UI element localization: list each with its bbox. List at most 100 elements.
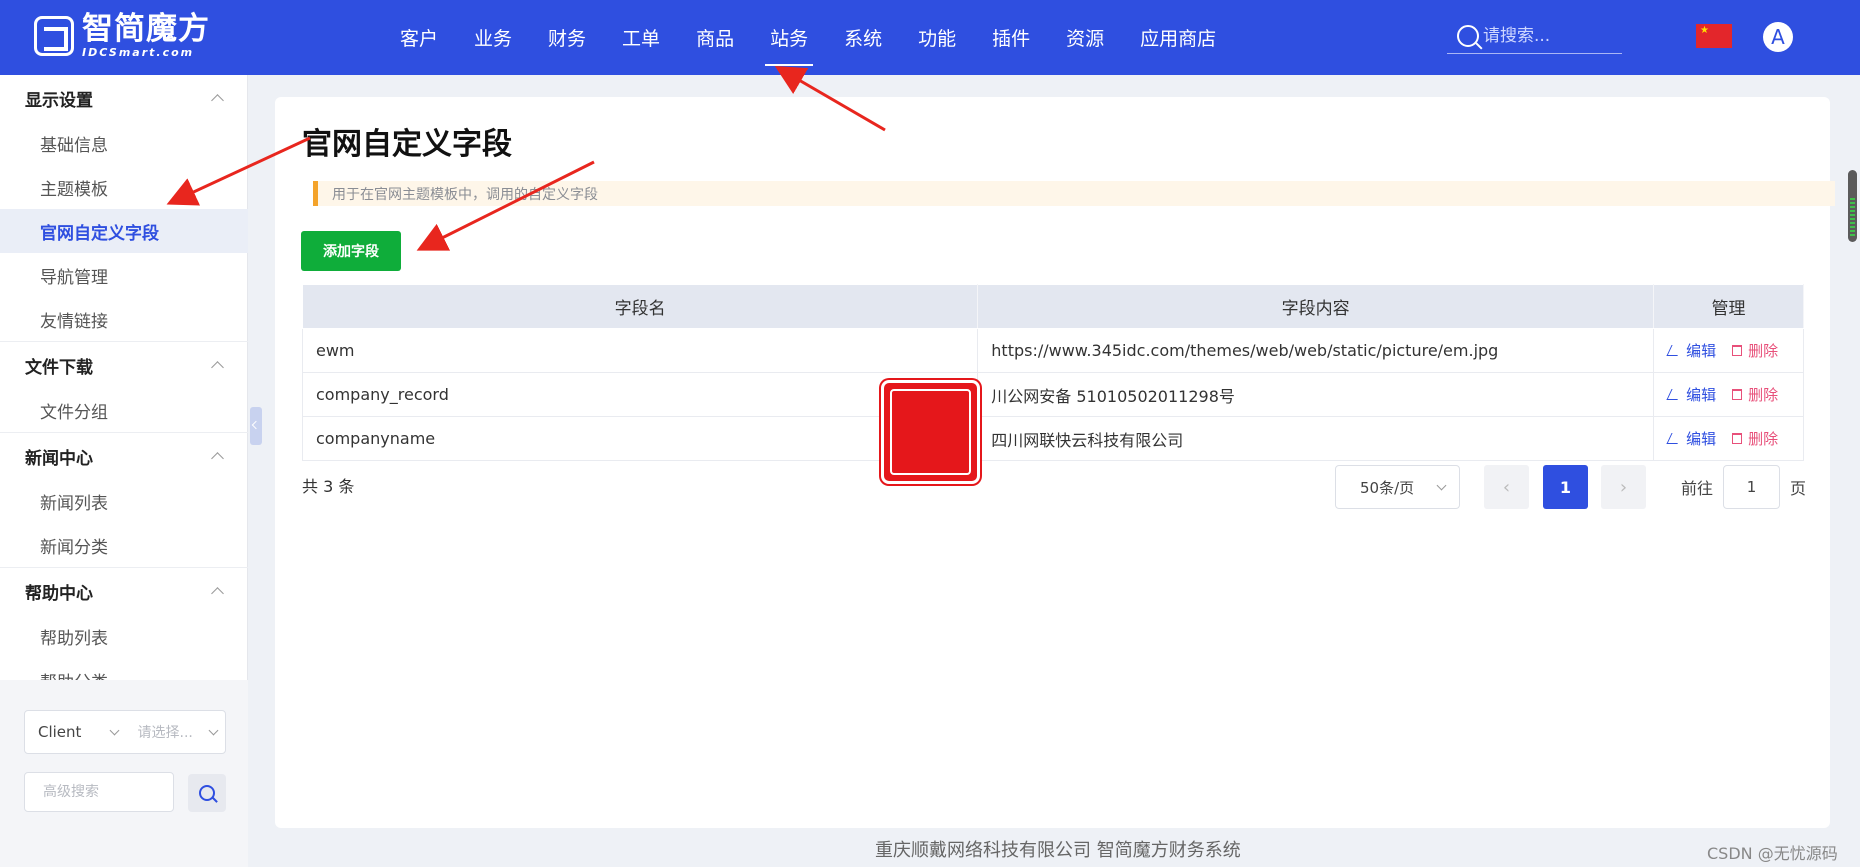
sidebar-group-title[interactable]: 文件下载: [0, 342, 248, 388]
table-header-row: 字段名 字段内容 管理: [301, 284, 1804, 329]
sidebar-item-navigation[interactable]: 导航管理: [0, 253, 248, 297]
logo-icon: [34, 16, 74, 56]
column-header-manage: 管理: [1653, 284, 1804, 329]
nav-system[interactable]: 系统: [826, 0, 900, 75]
sidebar-group-help: 帮助中心 帮助列表 帮助分类: [0, 568, 248, 680]
delete-button[interactable]: 删除: [1732, 340, 1778, 361]
nav-app-store[interactable]: 应用商店: [1122, 0, 1234, 75]
chevron-down-icon: [208, 725, 219, 735]
cell-field-content: https://www.345idc.com/themes/web/web/st…: [977, 328, 1655, 373]
goto-suffix: 页: [1790, 479, 1807, 498]
nav-tickets[interactable]: 工单: [604, 0, 678, 75]
nav-customers[interactable]: 客户: [382, 0, 456, 75]
watermark-stamp: [881, 380, 980, 484]
nav-resources[interactable]: 资源: [1048, 0, 1122, 75]
advanced-search-button[interactable]: [188, 774, 226, 812]
nav-products[interactable]: 商品: [678, 0, 752, 75]
advanced-search-input[interactable]: [24, 772, 174, 812]
sidebar-group-title[interactable]: 帮助中心: [0, 568, 248, 614]
table-row: companyname 四川网联快云科技有限公司 编辑 删除: [301, 416, 1804, 461]
edit-button[interactable]: 编辑: [1666, 384, 1716, 405]
cell-field-name: companyname: [301, 416, 979, 461]
sidebar-item-help-list[interactable]: 帮助列表: [0, 614, 248, 658]
client-select[interactable]: Client 请选择...: [24, 710, 226, 754]
edit-button[interactable]: 编辑: [1666, 428, 1716, 449]
sidebar-item-news-categories[interactable]: 新闻分类: [0, 523, 248, 567]
chevron-up-icon: [211, 452, 224, 465]
cell-field-content: 四川网联快云科技有限公司: [977, 416, 1655, 461]
sidebar-item-news-list[interactable]: 新闻列表: [0, 479, 248, 523]
next-page-button[interactable]: ›: [1601, 465, 1646, 509]
page-number-current[interactable]: 1: [1543, 465, 1588, 509]
page-size-select[interactable]: 50条/页: [1335, 465, 1460, 509]
nav-plugins[interactable]: 插件: [974, 0, 1048, 75]
language-flag-icon[interactable]: [1696, 24, 1732, 48]
sidebar-collapse-handle[interactable]: [250, 407, 262, 445]
delete-button[interactable]: 删除: [1732, 384, 1778, 405]
cell-field-name: company_record: [301, 372, 979, 417]
top-header: 智简魔方 IDCSmart.com 客户 业务 财务 工单 商品 站务 系统 功…: [0, 0, 1860, 75]
sidebar-group-display: 显示设置 基础信息 主题模板 官网自定义字段 导航管理 友情链接: [0, 75, 248, 342]
sidebar-group-title[interactable]: 新闻中心: [0, 433, 248, 479]
header-search: [1447, 18, 1622, 54]
page-scrollbar[interactable]: [1848, 170, 1857, 242]
table-row: ewm https://www.345idc.com/themes/web/we…: [301, 328, 1804, 373]
cell-field-content: 川公网安备 51010502011298号: [977, 372, 1655, 417]
logo-text-cn: 智简魔方: [82, 11, 210, 47]
search-icon[interactable]: [1457, 24, 1479, 47]
column-header-field-name[interactable]: 字段名: [301, 284, 979, 329]
main-nav: 客户 业务 财务 工单 商品 站务 系统 功能 插件 资源 应用商店: [382, 0, 1234, 75]
edit-icon: [1666, 389, 1683, 400]
field-select-placeholder: 请选择...: [137, 725, 193, 741]
chevron-right-icon: ›: [1619, 476, 1628, 498]
nav-site-affairs[interactable]: 站务: [752, 0, 826, 75]
footer-text: 重庆顺戴网络科技有限公司 智简魔方财务系统: [875, 840, 1241, 861]
page-title: 官网自定义字段: [302, 127, 512, 162]
sidebar-search-panel: Client 请选择...: [0, 680, 248, 867]
total-count: 共 3 条: [302, 477, 355, 496]
nav-features[interactable]: 功能: [900, 0, 974, 75]
sidebar-group-title[interactable]: 显示设置: [0, 75, 248, 121]
client-select-value: Client: [38, 723, 82, 741]
table-row: company_record 川公网安备 51010502011298号 编辑 …: [301, 372, 1804, 417]
search-icon: [199, 785, 215, 801]
sidebar-menu: 显示设置 基础信息 主题模板 官网自定义字段 导航管理 友情链接 文件下载 文件…: [0, 75, 248, 680]
edit-icon: [1666, 345, 1683, 356]
chevron-up-icon: [211, 94, 224, 107]
chevron-left-icon: ‹: [1502, 476, 1511, 498]
trash-icon: [1732, 389, 1743, 400]
sidebar-group-news: 新闻中心 新闻列表 新闻分类: [0, 433, 248, 568]
custom-fields-table: 字段名 字段内容 管理 ewm https://www.345idc.com/t…: [301, 284, 1804, 461]
goto-page-input[interactable]: 1: [1723, 465, 1781, 509]
chevron-down-icon: [109, 725, 119, 735]
sidebar-item-theme-template[interactable]: 主题模板: [0, 165, 248, 209]
sidebar-item-custom-fields[interactable]: 官网自定义字段: [0, 209, 248, 253]
nav-finance[interactable]: 财务: [530, 0, 604, 75]
trash-icon: [1732, 345, 1743, 356]
delete-button[interactable]: 删除: [1732, 428, 1778, 449]
edit-button[interactable]: 编辑: [1666, 340, 1716, 361]
logo[interactable]: 智简魔方 IDCSmart.com: [34, 14, 210, 58]
sidebar-item-file-groups[interactable]: 文件分组: [0, 388, 248, 432]
goto-page: 前往 1 页: [1681, 465, 1806, 509]
chevron-down-icon: [1436, 480, 1447, 490]
sidebar-item-friend-links[interactable]: 友情链接: [0, 297, 248, 341]
column-header-field-content[interactable]: 字段内容: [977, 284, 1655, 329]
trash-icon: [1732, 433, 1743, 444]
prev-page-button[interactable]: ‹: [1484, 465, 1529, 509]
avatar[interactable]: A: [1763, 22, 1793, 52]
sidebar: 显示设置 基础信息 主题模板 官网自定义字段 导航管理 友情链接 文件下载 文件…: [0, 75, 248, 867]
goto-prefix: 前往: [1681, 479, 1714, 498]
cell-field-name: ewm: [301, 328, 979, 373]
sidebar-item-help-categories[interactable]: 帮助分类: [0, 658, 248, 681]
chevron-up-icon: [211, 587, 224, 600]
nav-business[interactable]: 业务: [456, 0, 530, 75]
chevron-up-icon: [211, 361, 224, 374]
sidebar-item-basic-info[interactable]: 基础信息: [0, 121, 248, 165]
tip-banner: 用于在官网主题模板中，调用的自定义字段: [313, 181, 1835, 206]
add-field-button[interactable]: 添加字段: [301, 231, 401, 271]
logo-text-en: IDCSmart.com: [82, 46, 195, 59]
search-input[interactable]: [1483, 25, 1613, 46]
edit-icon: [1666, 433, 1683, 444]
sidebar-group-downloads: 文件下载 文件分组: [0, 342, 248, 433]
